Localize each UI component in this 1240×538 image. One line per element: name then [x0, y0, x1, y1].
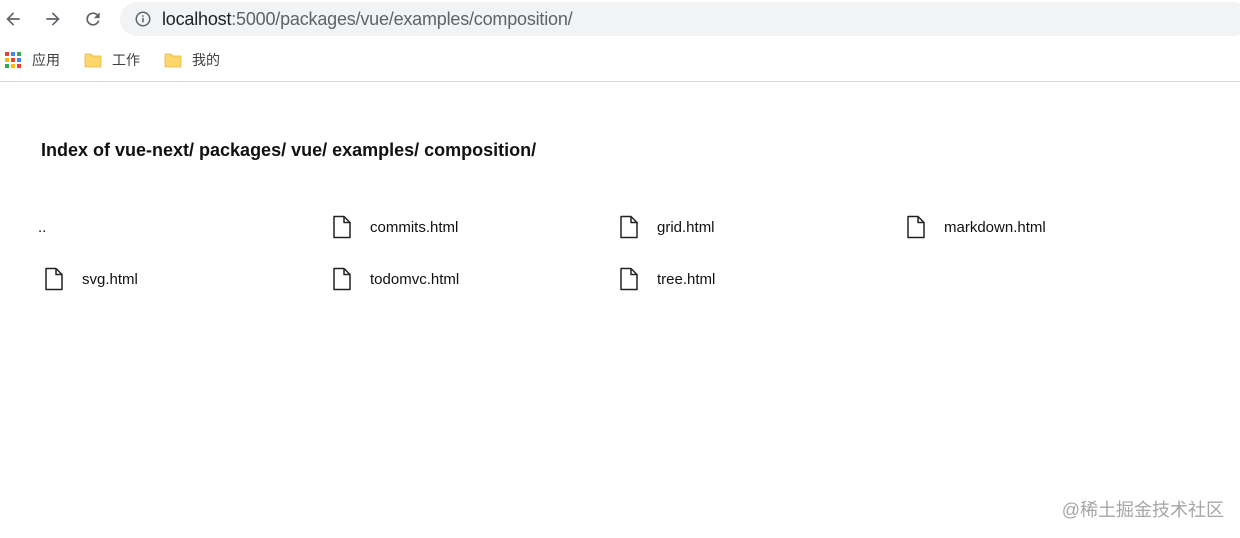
reload-button[interactable]	[80, 6, 106, 32]
info-icon[interactable]	[134, 10, 152, 28]
file-icon	[45, 267, 63, 291]
file-icon	[907, 215, 925, 239]
bookmark-apps[interactable]: 应用	[4, 48, 60, 72]
entry-grid[interactable]: grid.html	[617, 212, 715, 242]
url-path: :5000/packages/vue/examples/composition/	[231, 9, 573, 29]
entry-commits[interactable]: commits.html	[330, 212, 458, 242]
url-text[interactable]: localhost:5000/packages/vue/examples/com…	[162, 9, 573, 30]
bookmarks-bar: 应用 工作 我的	[0, 46, 1240, 74]
back-button[interactable]	[0, 6, 26, 32]
entry-name: tree.html	[657, 270, 716, 288]
page-title: Index of vue-next/ packages/ vue/ exampl…	[41, 140, 537, 160]
address-bar[interactable]: localhost:5000/packages/vue/examples/com…	[120, 2, 1240, 36]
entry-markdown[interactable]: markdown.html	[904, 212, 1046, 242]
bookmark-label: 我的	[192, 52, 220, 68]
file-icon	[620, 267, 638, 291]
bookmark-folder-work[interactable]: 工作	[84, 48, 140, 72]
entry-name: commits.html	[370, 218, 459, 236]
entry-name: grid.html	[657, 218, 715, 236]
url-host: localhost	[162, 9, 232, 29]
entry-tree[interactable]: tree.html	[617, 264, 715, 294]
bookmark-folder-mine[interactable]: 我的	[164, 48, 220, 72]
file-icon	[620, 215, 638, 239]
entry-todomvc[interactable]: todomvc.html	[330, 264, 459, 294]
folder-icon	[164, 53, 182, 68]
entry-svg[interactable]: svg.html	[42, 264, 138, 294]
file-icon	[333, 267, 351, 291]
entry-name: ..	[38, 218, 47, 236]
arrow-right-icon	[46, 12, 60, 26]
entry-name: todomvc.html	[370, 270, 460, 288]
apps-grid-icon	[5, 52, 21, 68]
entry-name: svg.html	[82, 270, 138, 288]
forward-button[interactable]	[40, 6, 66, 32]
bookmark-label: 工作	[112, 52, 140, 68]
page-content: Index of vue-next/ packages/ vue/ exampl…	[0, 82, 1240, 538]
browser-chrome: localhost:5000/packages/vue/examples/com…	[0, 0, 1240, 82]
file-icon	[333, 215, 351, 239]
folder-icon	[84, 53, 102, 68]
reload-icon	[86, 12, 100, 26]
watermark: @稀土掘金技术社区	[1061, 500, 1224, 520]
entry-name: markdown.html	[944, 218, 1046, 236]
entry-parent-directory[interactable]: ..	[38, 212, 46, 242]
arrow-left-icon	[6, 12, 20, 26]
bookmark-label: 应用	[32, 52, 60, 68]
